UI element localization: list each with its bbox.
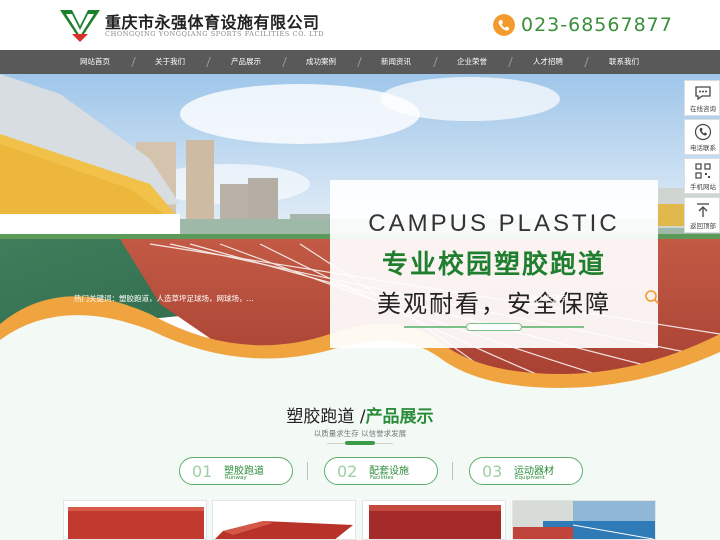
side-back-to-top[interactable]: 返回顶部 [684, 197, 720, 233]
slogan-english: CAMPUS PLASTIC [368, 210, 620, 237]
qrcode-icon [695, 163, 711, 179]
search-input[interactable] [530, 290, 640, 306]
hero-banner: CAMPUS PLASTIC 专业校园塑胶跑道 美观耐看，安全保障 热门关键词：… [0, 74, 720, 400]
category-separator [452, 462, 453, 480]
category-number: 03 [482, 462, 503, 481]
product-image [363, 501, 505, 539]
category-tab-facilities[interactable]: 02 配套设施 Facilities [324, 457, 438, 485]
nav-item-home[interactable]: 网站首页 [65, 50, 125, 74]
product-card[interactable] [63, 500, 207, 540]
product-image [64, 501, 206, 539]
header: 重庆市永强体育设施有限公司 CHONGQING YONGQIANG SPORTS… [0, 0, 720, 50]
page: 重庆市永强体育设施有限公司 CHONGQING YONGQIANG SPORTS… [0, 0, 720, 540]
nav-separator [282, 57, 287, 67]
category-number: 01 [192, 462, 213, 481]
slogan-pill [466, 323, 522, 331]
logo-icon[interactable] [60, 8, 100, 42]
product-image [213, 501, 355, 539]
nav-item-about[interactable]: 关于我们 [140, 50, 200, 74]
category-tab-runway[interactable]: 01 塑胶跑道 Runway [179, 457, 293, 485]
nav-item-news[interactable]: 新闻资讯 [366, 50, 426, 74]
section-title: 塑胶跑道 /产品展示 [0, 402, 720, 427]
product-image [513, 501, 655, 539]
side-online-chat[interactable]: 在线咨询 [684, 80, 720, 116]
category-tab-equipment[interactable]: 03 运动器材 Equipment [469, 457, 583, 485]
nav-item-honors[interactable]: 企业荣誉 [442, 50, 502, 74]
section-subtitle: 以质量求生存 以信誉求发展 [313, 429, 407, 438]
phone-icon [493, 14, 515, 36]
nav-item-jobs[interactable]: 人才招聘 [518, 50, 578, 74]
product-card[interactable] [362, 500, 506, 540]
arrow-up-icon [697, 203, 709, 217]
nav-separator [584, 57, 589, 67]
products-section: 塑胶跑道 /产品展示 以质量求生存 以信誉求发展 01 塑胶跑道 Runway … [0, 400, 720, 540]
side-float-toolbar: 在线咨询 电话联系 手机网站 返回顶部 [684, 80, 720, 236]
section-title-highlight: 产品展示 [365, 407, 434, 427]
nav-separator [131, 57, 136, 67]
category-name-en: Equipment [515, 475, 545, 481]
section-divider-accent [345, 441, 375, 445]
nav-separator [508, 57, 513, 67]
nav-item-products[interactable]: 产品展示 [216, 50, 276, 74]
nav-item-cases[interactable]: 成功案例 [291, 50, 351, 74]
category-name-en: Runway [225, 475, 247, 481]
product-card[interactable] [212, 500, 356, 540]
category-separator [307, 462, 308, 480]
nav-separator [357, 57, 362, 67]
chat-icon [695, 86, 711, 101]
phone-icon [694, 123, 712, 141]
nav-separator [206, 57, 211, 67]
nav-item-contact[interactable]: 联系我们 [594, 50, 654, 74]
category-number: 02 [337, 462, 358, 481]
side-phone-contact[interactable]: 电话联系 [684, 119, 720, 155]
hot-keywords[interactable]: 热门关键词：塑胶跑道，人造草坪足球场，网球场，... [74, 293, 254, 304]
side-label: 手机网站 [690, 183, 716, 191]
search-icon[interactable] [644, 289, 660, 305]
category-name-en: Facilities [370, 475, 394, 481]
nav-separator [433, 57, 438, 67]
side-label: 电话联系 [690, 144, 716, 152]
side-label: 返回顶部 [690, 222, 716, 230]
side-label: 在线咨询 [690, 105, 716, 113]
phone-number: 023-68567877 [521, 14, 673, 36]
slogan-box: CAMPUS PLASTIC 专业校园塑胶跑道 美观耐看，安全保障 [330, 180, 658, 348]
product-card[interactable] [512, 500, 656, 540]
slogan-main: 专业校园塑胶跑道 [381, 250, 606, 280]
section-title-prefix: 塑胶跑道 / [286, 407, 366, 427]
company-name-en: CHONGQING YONGQIANG SPORTS FACILITIES CO… [105, 30, 325, 38]
side-mobile-site[interactable]: 手机网站 [684, 158, 720, 194]
main-nav: 网站首页 关于我们 产品展示 成功案例 新闻资讯 企业荣誉 人才招聘 联系我们 [0, 50, 720, 74]
